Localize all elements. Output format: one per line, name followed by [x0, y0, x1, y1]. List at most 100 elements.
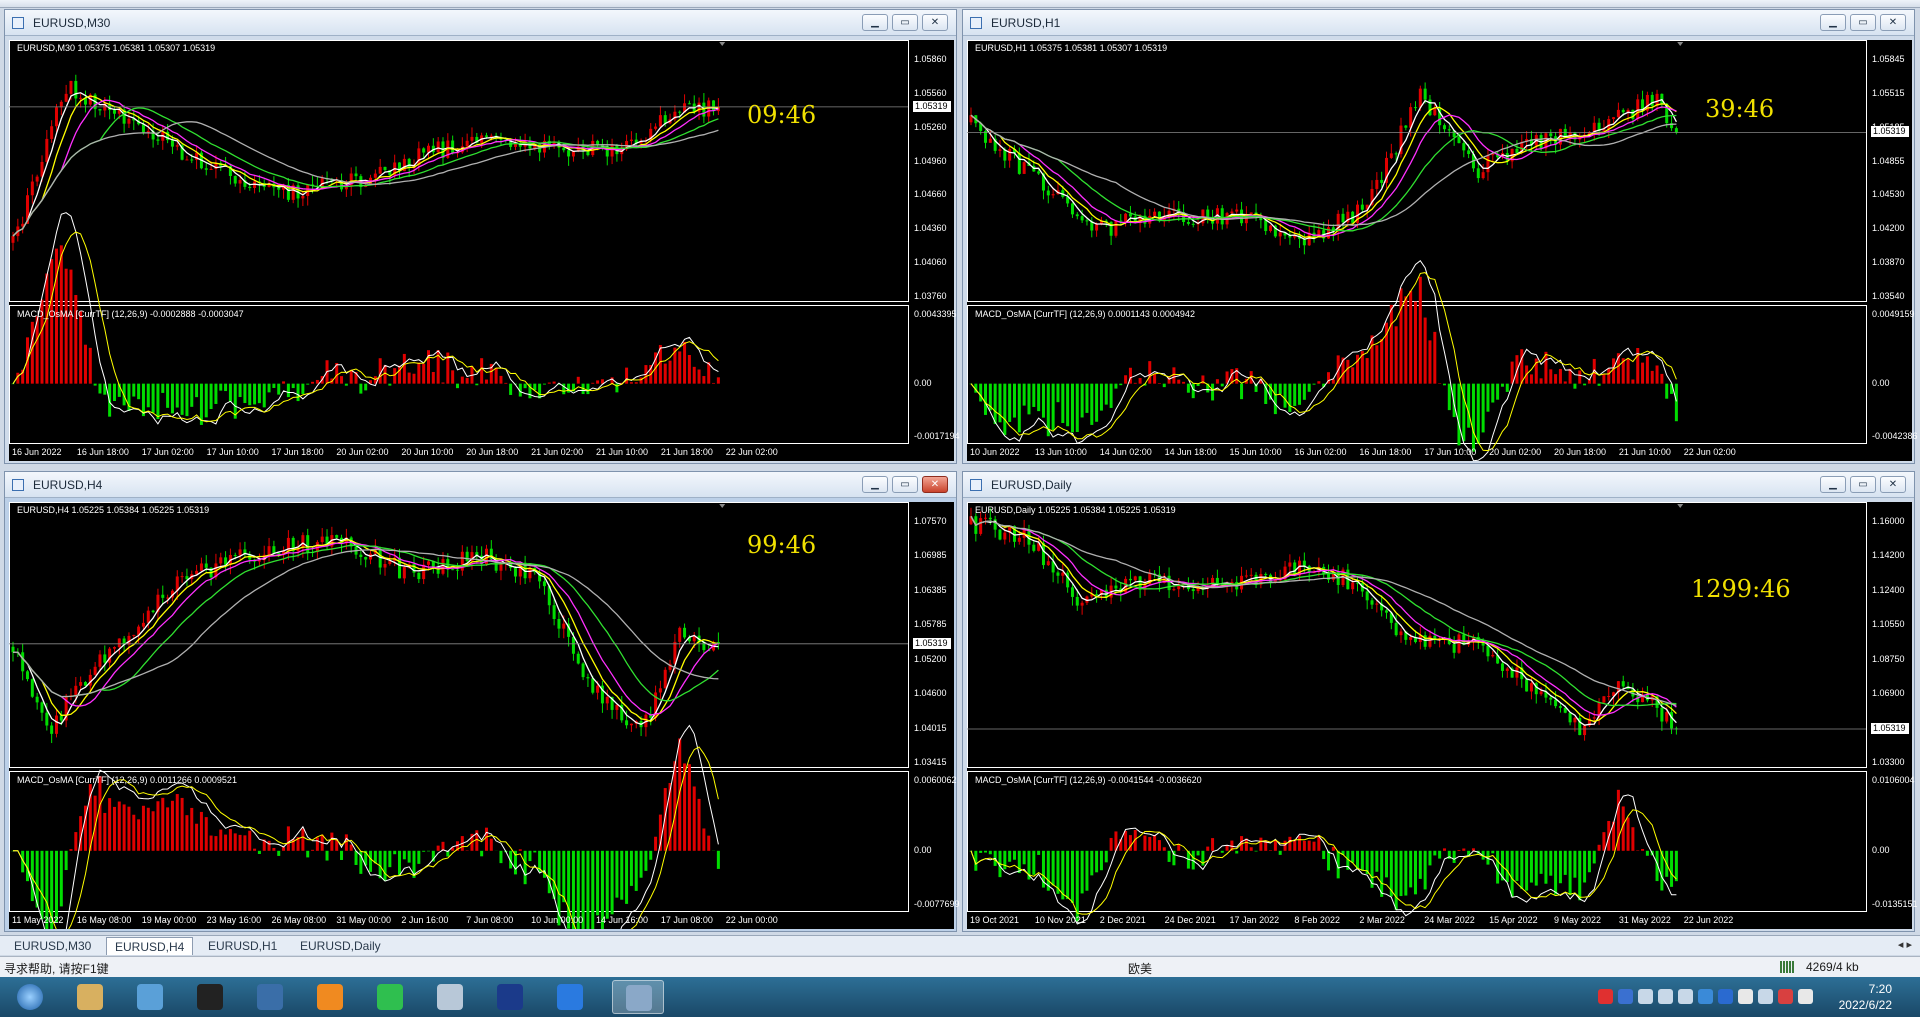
- window-titlebar[interactable]: EURUSD,H1 ▁ ▭ ✕: [963, 10, 1914, 36]
- close-button[interactable]: ✕: [1880, 476, 1906, 493]
- tab-eurusd-m30[interactable]: EURUSD,M30: [6, 937, 99, 955]
- tools-icon[interactable]: [1678, 989, 1693, 1004]
- window-titlebar[interactable]: EURUSD,H4 ▁ ▭ ✕: [5, 472, 956, 498]
- candle-body: [1041, 543, 1045, 566]
- date-tick: 31 May 2022: [1618, 915, 1671, 925]
- macd-bar: [1331, 846, 1335, 851]
- minimize-button[interactable]: ▁: [862, 476, 888, 493]
- minimize-button[interactable]: ▁: [1820, 476, 1846, 493]
- browser-taskbar-button[interactable]: [304, 980, 356, 1014]
- candle-body: [678, 111, 682, 113]
- price-chart[interactable]: EURUSD,H1 1.05375 1.05381 1.05307 1.0531…: [967, 40, 1918, 461]
- macd-bar: [301, 828, 305, 851]
- tab-eurusd-h1[interactable]: EURUSD,H1: [200, 937, 285, 955]
- tab-eurusd-h4[interactable]: EURUSD,H4: [106, 937, 194, 955]
- price-chart[interactable]: EURUSD,Daily 1.05225 1.05384 1.05225 1.0…: [967, 502, 1918, 929]
- maximize-button[interactable]: ▭: [1850, 476, 1876, 493]
- macd-bar: [1626, 817, 1630, 851]
- date-tick: 31 May 00:00: [336, 915, 391, 925]
- candle-body: [1418, 88, 1422, 108]
- macd-bar: [1273, 840, 1277, 851]
- signal-icon[interactable]: [1798, 989, 1813, 1004]
- candle-body: [1389, 153, 1393, 158]
- minimize-button[interactable]: ▁: [862, 14, 888, 31]
- wechat-taskbar-button[interactable]: [364, 980, 416, 1014]
- date-tick: 21 Jun 10:00: [595, 447, 649, 457]
- maximize-button[interactable]: ▭: [1850, 14, 1876, 31]
- macd-bar: [523, 850, 527, 885]
- candle-body: [25, 671, 29, 680]
- volume-icon[interactable]: [1738, 989, 1753, 1004]
- start-orb-taskbar-button[interactable]: [4, 980, 56, 1014]
- keyboard-icon[interactable]: [1658, 989, 1673, 1004]
- chart-window-0[interactable]: EURUSD,M30 ▁ ▭ ✕ EURUSD,M30 1.05375 1.05…: [4, 9, 960, 464]
- terminal-taskbar-button[interactable]: [184, 980, 236, 1014]
- macd-bar: [262, 383, 266, 408]
- help-icon[interactable]: [1618, 989, 1633, 1004]
- macd-bar: [1327, 850, 1331, 871]
- candle-body: [625, 720, 629, 726]
- candle-body: [1365, 591, 1369, 601]
- macd-bar: [88, 347, 92, 384]
- macd-bar: [286, 383, 290, 398]
- window-titlebar[interactable]: EURUSD,Daily ▁ ▭ ✕: [963, 472, 1914, 498]
- chart-window-3[interactable]: EURUSD,Daily ▁ ▭ ✕ EURUSD,Daily 1.05225 …: [962, 471, 1918, 932]
- macd-bar: [98, 383, 102, 394]
- date-tick: 22 Jun 2022: [1683, 915, 1734, 925]
- tab-eurusd-daily[interactable]: EURUSD,Daily: [292, 937, 389, 955]
- monitor-taskbar-button[interactable]: [244, 980, 296, 1014]
- macd-bar: [1037, 383, 1041, 412]
- macd-bar: [692, 786, 696, 851]
- usb-icon[interactable]: [1758, 989, 1773, 1004]
- shield-icon[interactable]: [1698, 989, 1713, 1004]
- close-button[interactable]: ✕: [1880, 14, 1906, 31]
- network-icon[interactable]: [1638, 989, 1653, 1004]
- candle-body: [678, 627, 682, 642]
- candle-body: [1080, 602, 1084, 606]
- macd-bar: [1293, 840, 1297, 851]
- macd-bar: [1544, 850, 1548, 884]
- price-tick: 1.16000: [1872, 516, 1905, 526]
- network-taskbar-button[interactable]: [124, 980, 176, 1014]
- macd-bar: [69, 849, 73, 851]
- mt4-taskbar-button[interactable]: [612, 980, 664, 1014]
- chart-window-1[interactable]: EURUSD,H1 ▁ ▭ ✕ EURUSD,H1 1.05375 1.0538…: [962, 9, 1918, 464]
- price-chart[interactable]: EURUSD,H4 1.05225 1.05384 1.05225 1.0531…: [9, 502, 960, 929]
- bluetooth-icon[interactable]: [1718, 989, 1733, 1004]
- network-icon: [137, 984, 163, 1010]
- notebook-taskbar-button[interactable]: [424, 980, 476, 1014]
- macd-bar: [253, 383, 257, 405]
- maximize-button[interactable]: ▭: [892, 14, 918, 31]
- macd-bar: [166, 383, 170, 408]
- macd-bar: [702, 828, 706, 851]
- folder-taskbar-button[interactable]: [64, 980, 116, 1014]
- window-title: EURUSD,Daily: [991, 478, 1072, 492]
- status-traffic: 4269/4 kb: [1806, 960, 1859, 974]
- macd-label: MACD_OsMA [CurrTF] (12,26,9) -0.0041544 …: [975, 775, 1202, 785]
- candle-body: [407, 158, 411, 168]
- feather-taskbar-button[interactable]: [544, 980, 596, 1014]
- macd-tick: 0.00: [914, 377, 932, 388]
- window-titlebar[interactable]: EURUSD,M30 ▁ ▭ ✕: [5, 10, 956, 36]
- macd-bar: [687, 764, 691, 851]
- candle-body: [267, 546, 271, 555]
- candle-body: [1167, 575, 1171, 591]
- photoshop-taskbar-button[interactable]: [484, 980, 536, 1014]
- candle-body: [1003, 532, 1007, 540]
- clock[interactable]: 7:20 2022/6/22: [1839, 981, 1892, 1013]
- sogou-icon[interactable]: [1598, 989, 1613, 1004]
- sync-icon[interactable]: [1778, 989, 1793, 1004]
- date-tick: 10 Nov 2021: [1034, 915, 1086, 925]
- close-button[interactable]: ✕: [922, 14, 948, 31]
- close-button[interactable]: ✕: [922, 476, 948, 493]
- candle-body: [1075, 214, 1079, 217]
- tab-scroll-icon[interactable]: ◂ ▸: [1898, 938, 1912, 951]
- candle-body: [412, 564, 416, 573]
- main-plot-border: [967, 40, 1867, 302]
- chart-window-2[interactable]: EURUSD,H4 ▁ ▭ ✕ EURUSD,H4 1.05225 1.0538…: [4, 471, 960, 932]
- minimize-button[interactable]: ▁: [1820, 14, 1846, 31]
- macd-bar: [1080, 850, 1084, 894]
- price-chart[interactable]: EURUSD,M30 1.05375 1.05381 1.05307 1.053…: [9, 40, 960, 461]
- macd-bar: [248, 383, 252, 406]
- maximize-button[interactable]: ▭: [892, 476, 918, 493]
